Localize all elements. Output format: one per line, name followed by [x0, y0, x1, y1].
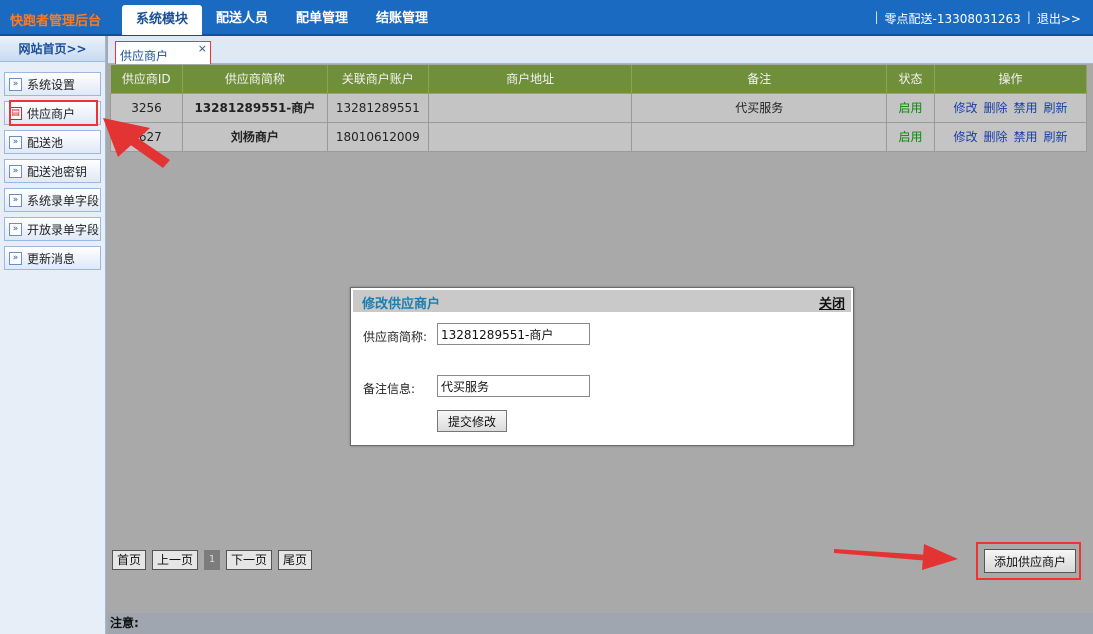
column-header: 供应商简称 [182, 65, 328, 93]
dialog-header: 修改供应商户 关闭 [353, 290, 851, 312]
supplier-name-label: 供应商简称: [363, 330, 428, 344]
separator: | [1026, 10, 1031, 24]
notes-bar: 注意: [108, 613, 1093, 634]
sidebar-menu: » 系统设置 ▤ 供应商户 » 配送池 » 配送池密钥 » 系统录单字段 » 开… [0, 62, 105, 270]
cell-id: 2627 [110, 121, 183, 152]
document-icon: ▤ [9, 106, 22, 120]
sidebar-item-label: 系统录单字段 [27, 193, 100, 208]
disable-link[interactable]: 禁用 [1014, 101, 1038, 115]
last-page-button[interactable]: 尾页 [278, 550, 313, 570]
sidebar-item-label: 更新消息 [27, 251, 76, 266]
edit-link[interactable]: 修改 [953, 101, 977, 115]
double-chevron-right-icon: » [9, 193, 22, 207]
tab-delivery-staff[interactable]: 配送人员 [202, 0, 282, 36]
cell-note: 代买服务 [631, 92, 888, 123]
cell-id: 3256 [110, 92, 183, 123]
user-area: | 零点配送-13308031263 | 退出>> [874, 10, 1081, 27]
cell-account: 18010612009 [326, 121, 429, 152]
sidebar-item-label: 配送池密钥 [27, 164, 88, 179]
table-row: 2627 刘杨商户 18010612009 启用 修改 删除 禁用 刷新 [110, 121, 1087, 152]
cell-address [427, 92, 633, 123]
main-tabs: 系统模块 配送人员 配单管理 结账管理 [122, 0, 442, 36]
sidebar-item-suppliers[interactable]: ▤ 供应商户 [4, 101, 101, 125]
sidebar: 网站首页>> » 系统设置 ▤ 供应商户 » 配送池 » 配送池密钥 » 系统录… [0, 36, 106, 634]
dialog-title: 修改供应商户 [362, 297, 441, 312]
table-row: 3256 13281289551-商户 13281289551 代买服务 启用 … [110, 92, 1087, 123]
sidebar-item-delivery-pool-key[interactable]: » 配送池密钥 [4, 159, 101, 183]
content-tab-strip: 供应商户 × [108, 36, 1093, 64]
table-header-row: 供应商ID 供应商简称 关联商户账户 商户地址 备注 状态 操作 [110, 65, 1087, 93]
user-account-label: 零点配送-13308031263 [884, 12, 1021, 26]
sidebar-item-system-settings[interactable]: » 系统设置 [4, 72, 101, 96]
double-chevron-right-icon: » [9, 251, 22, 265]
cell-status: 启用 [886, 121, 935, 152]
content-tab-label: 供应商户 [120, 49, 169, 63]
delete-link[interactable]: 删除 [983, 130, 1007, 144]
cell-note [631, 121, 888, 152]
sidebar-item-system-order-fields[interactable]: » 系统录单字段 [4, 188, 101, 212]
double-chevron-right-icon: » [9, 164, 22, 178]
cell-address [427, 121, 633, 152]
close-icon[interactable]: × [198, 42, 207, 55]
top-navigation-bar: 快跑者管理后台 系统模块 配送人员 配单管理 结账管理 | 零点配送-13308… [0, 0, 1093, 36]
add-supplier-button[interactable]: 添加供应商户 [984, 549, 1076, 573]
cell-name: 刘杨商户 [181, 121, 328, 152]
logout-link[interactable]: 退出>> [1037, 10, 1081, 27]
sidebar-item-label: 系统设置 [27, 77, 76, 92]
note-label: 备注信息: [363, 382, 416, 396]
submit-edit-button[interactable]: 提交修改 [437, 410, 507, 432]
double-chevron-right-icon: » [9, 135, 22, 149]
column-header: 关联商户账户 [327, 65, 429, 93]
double-chevron-right-icon: » [9, 77, 22, 91]
delete-link[interactable]: 删除 [983, 101, 1007, 115]
first-page-button[interactable]: 首页 [112, 550, 147, 570]
edit-link[interactable]: 修改 [953, 130, 977, 144]
site-home-link[interactable]: 网站首页>> [0, 36, 105, 62]
column-header: 商户地址 [428, 65, 633, 93]
sidebar-item-update-messages[interactable]: » 更新消息 [4, 246, 101, 270]
refresh-link[interactable]: 刷新 [1044, 101, 1068, 115]
supplier-table: 供应商ID 供应商简称 关联商户账户 商户地址 备注 状态 操作 3256 13… [110, 65, 1087, 152]
sidebar-item-label: 配送池 [27, 135, 64, 150]
tab-order-management[interactable]: 配单管理 [282, 0, 362, 36]
edit-supplier-dialog: 修改供应商户 关闭 供应商简称: 备注信息: 提交修改 [350, 287, 854, 446]
cell-status: 启用 [886, 92, 935, 123]
notes-label: 注意: [110, 616, 139, 630]
column-header: 操作 [934, 65, 1087, 93]
column-header: 供应商ID [110, 65, 183, 93]
disable-link[interactable]: 禁用 [1014, 130, 1038, 144]
cell-actions: 修改 删除 禁用 刷新 [934, 121, 1087, 152]
next-page-button[interactable]: 下一页 [226, 550, 273, 570]
sidebar-item-delivery-pool[interactable]: » 配送池 [4, 130, 101, 154]
note-input[interactable] [437, 375, 590, 397]
supplier-name-input[interactable] [437, 323, 590, 345]
column-header: 状态 [886, 65, 935, 93]
sidebar-item-label: 供应商户 [27, 106, 76, 121]
cell-account: 13281289551 [326, 92, 429, 123]
tab-system-module[interactable]: 系统模块 [122, 5, 203, 35]
refresh-link[interactable]: 刷新 [1044, 130, 1068, 144]
tab-billing-management[interactable]: 结账管理 [362, 0, 442, 36]
sidebar-item-open-order-fields[interactable]: » 开放录单字段 [4, 217, 101, 241]
prev-page-button[interactable]: 上一页 [152, 550, 199, 570]
dialog-close-link[interactable]: 关闭 [819, 293, 845, 312]
cell-actions: 修改 删除 禁用 刷新 [934, 92, 1087, 123]
separator: | [874, 10, 879, 24]
double-chevron-right-icon: » [9, 222, 22, 236]
content-tab-suppliers[interactable]: 供应商户 × [115, 41, 211, 64]
pagination: 首页 上一页 1 下一页 尾页 [112, 550, 313, 570]
current-page-number: 1 [204, 550, 221, 570]
column-header: 备注 [631, 65, 888, 93]
brand-title: 快跑者管理后台 [10, 14, 102, 29]
cell-name: 13281289551-商户 [181, 92, 328, 123]
sidebar-item-label: 开放录单字段 [27, 222, 100, 237]
